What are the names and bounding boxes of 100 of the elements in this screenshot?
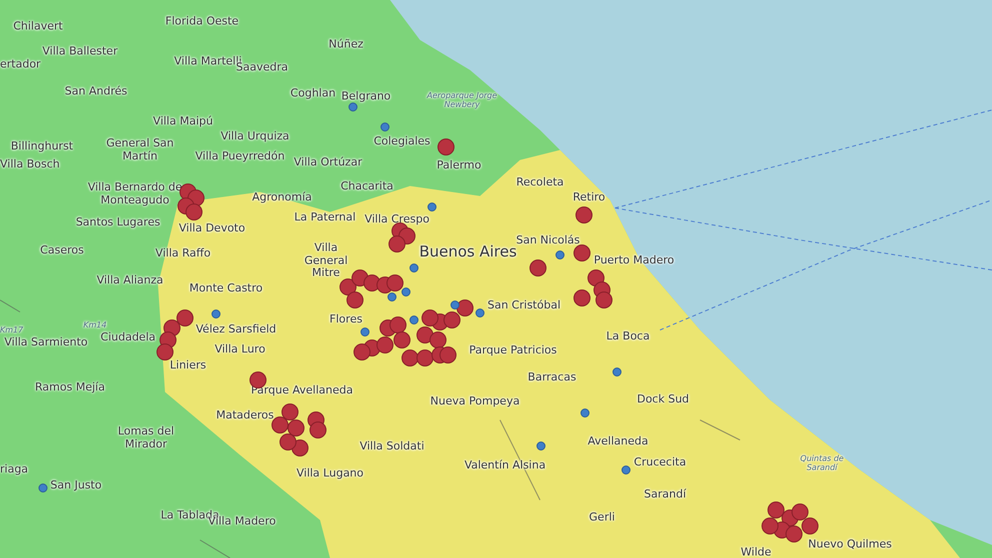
place-label: Colegiales — [374, 136, 430, 148]
map-marker[interactable] — [792, 504, 808, 520]
map-marker[interactable] — [416, 326, 434, 344]
place-label: Retiro — [572, 192, 606, 204]
map-marker[interactable] — [556, 250, 564, 260]
map-marker[interactable] — [186, 204, 202, 220]
map-marker[interactable] — [388, 236, 406, 252]
place-label: Villa Bosch — [0, 158, 60, 172]
place-label: Valentín Alsina — [464, 460, 546, 472]
place-label: Chilavert — [13, 20, 63, 34]
map-marker[interactable] — [388, 292, 396, 302]
map-marker[interactable] — [272, 416, 288, 434]
place-label: Parque Patricios — [469, 344, 557, 358]
place-label: Chacarita — [340, 180, 394, 194]
map-marker[interactable] — [786, 526, 802, 542]
map-marker[interactable] — [440, 346, 456, 364]
place-label: La Boca — [606, 330, 650, 344]
place-label: riaga — [0, 464, 28, 476]
map-marker[interactable] — [574, 290, 590, 306]
map-marker[interactable] — [402, 350, 418, 366]
map-marker[interactable] — [450, 300, 460, 310]
map-marker[interactable] — [386, 274, 404, 292]
place-label: Belgrano — [341, 90, 391, 104]
map-marker[interactable] — [376, 336, 394, 354]
map-marker[interactable] — [438, 138, 454, 156]
place-label: Flores — [330, 314, 362, 326]
place-label: Villa Sarmiento — [4, 336, 88, 350]
place-label: Crucecita — [634, 456, 686, 470]
place-label: La Paternal — [294, 212, 356, 224]
place-label: Nueva Pompeya — [430, 396, 520, 408]
map-marker[interactable] — [354, 344, 370, 360]
place-label: Villa Maipú — [153, 116, 213, 128]
place-label: General San Martín — [105, 137, 175, 163]
map-marker[interactable] — [768, 502, 784, 518]
map-marker[interactable] — [416, 350, 434, 366]
map-marker[interactable] — [348, 102, 358, 112]
place-label: Florida Oeste — [165, 16, 239, 28]
place-label: Vélez Sarsfield — [196, 324, 276, 336]
place-label: Villa Devoto — [178, 222, 246, 236]
map-marker[interactable] — [346, 292, 364, 308]
map-marker[interactable] — [530, 260, 546, 276]
map-marker[interactable] — [576, 206, 592, 224]
place-label: Núñez — [328, 38, 364, 52]
place-label: Villa Urquiza — [220, 130, 290, 144]
map-marker[interactable] — [360, 328, 370, 336]
map-marker[interactable] — [310, 422, 326, 438]
map-marker[interactable] — [390, 316, 406, 334]
map-marker[interactable] — [430, 332, 446, 348]
map-marker[interactable] — [38, 484, 48, 492]
map-marker[interactable] — [456, 300, 474, 316]
map-marker[interactable] — [762, 518, 778, 534]
place-label: ertador — [0, 58, 41, 72]
map-marker[interactable] — [212, 310, 220, 318]
map-marker[interactable] — [802, 518, 818, 534]
place-label: Villa Soldati — [360, 440, 424, 454]
map-marker[interactable] — [380, 122, 390, 132]
place-label: Coghlan — [290, 88, 336, 100]
map-marker[interactable] — [476, 308, 484, 318]
map-marker[interactable] — [580, 408, 590, 418]
map-marker[interactable] — [176, 310, 194, 326]
place-label: Gerli — [589, 512, 615, 524]
place-label: Ciudadela — [100, 332, 156, 344]
map-marker[interactable] — [612, 368, 622, 376]
place-label: Avellaneda — [588, 436, 648, 448]
place-label: Wilde — [740, 546, 772, 558]
map-marker[interactable] — [536, 442, 546, 450]
place-label: Billinghurst — [10, 140, 74, 154]
place-label: Nuevo Quilmes — [808, 538, 892, 552]
place-label: Villa Luro — [214, 344, 266, 356]
place-label: Km14 — [83, 320, 107, 330]
map-marker[interactable] — [288, 420, 304, 436]
map-marker[interactable] — [596, 292, 612, 308]
place-label: Quintas de Sarandí — [799, 454, 845, 472]
map-marker[interactable] — [156, 344, 174, 360]
place-label: Caseros — [40, 244, 84, 258]
place-label: Lomas del Mirador — [116, 425, 176, 451]
map-marker[interactable] — [282, 404, 298, 420]
map-marker[interactable] — [422, 310, 438, 326]
place-label: Recoleta — [516, 176, 564, 190]
map-marker[interactable] — [622, 466, 630, 474]
place-label: Dock Sud — [636, 394, 690, 406]
place-label: San Justo — [50, 480, 102, 492]
place-label: Sarandí — [644, 488, 686, 502]
place-label: Villa Pueyrredón — [195, 150, 285, 164]
map-marker[interactable] — [428, 202, 436, 212]
map-marker[interactable] — [444, 312, 460, 328]
place-label: Palermo — [436, 160, 482, 172]
map-marker[interactable] — [340, 278, 356, 296]
place-label: Santos Lugares — [76, 216, 160, 230]
map-marker[interactable] — [410, 264, 418, 272]
place-label: Villa Ortúzar — [294, 156, 362, 170]
place-label: Ramos Mejía — [35, 382, 105, 394]
map-marker[interactable] — [410, 316, 418, 324]
map-marker[interactable] — [280, 434, 296, 450]
place-label: Liniers — [170, 360, 206, 372]
place-label: Villa Lugano — [296, 468, 364, 480]
map-marker[interactable] — [394, 332, 410, 348]
map-marker[interactable] — [574, 244, 590, 262]
place-label: Km17 — [0, 325, 24, 335]
map-marker[interactable] — [402, 288, 410, 296]
